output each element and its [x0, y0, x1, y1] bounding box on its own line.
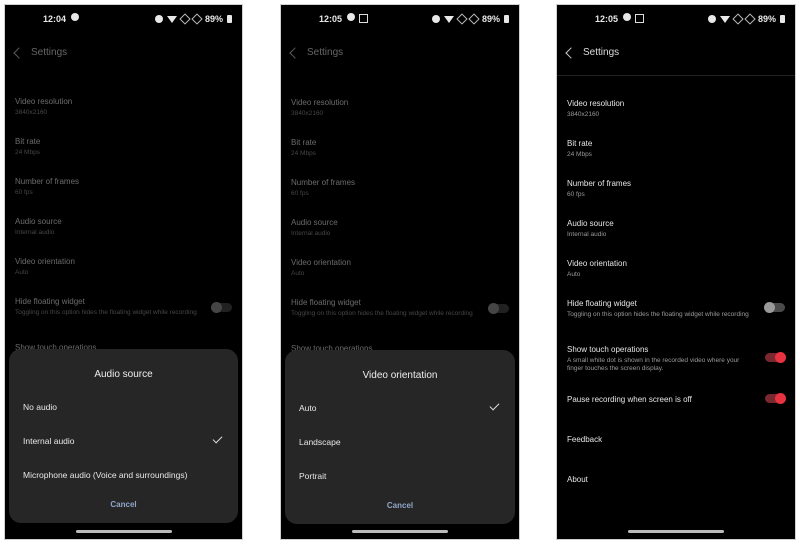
gesture-bar: [352, 530, 448, 533]
page-title: Settings: [307, 47, 344, 58]
gesture-bar: [628, 530, 724, 533]
battery-icon: [504, 15, 509, 23]
status-bar: 12:05 89%: [557, 13, 795, 27]
status-bar: 12:05 89%: [281, 13, 519, 27]
setting-audio-source[interactable]: Audio source Internal audio: [291, 218, 507, 238]
status-time: 12:05: [595, 14, 619, 24]
back-arrow-icon[interactable]: [289, 47, 301, 59]
dnd-icon: [431, 15, 440, 23]
image-icon: [359, 14, 368, 23]
status-time: 12:05: [319, 14, 343, 24]
option-landscape[interactable]: Landscape: [299, 434, 501, 450]
app-bar-divider: [557, 75, 795, 76]
cancel-button[interactable]: Cancel: [9, 500, 238, 509]
setting-frames[interactable]: Number of frames 60 fps: [567, 179, 783, 199]
setting-frames[interactable]: Number of frames 60 fps: [291, 178, 507, 198]
battery-icon: [227, 15, 232, 23]
no-signal-icon: [732, 13, 744, 25]
setting-hide-widget[interactable]: Hide floating widget Toggling on this op…: [15, 297, 202, 317]
status-bar: 12:04 89%: [5, 13, 242, 27]
setting-feedback[interactable]: Feedback: [567, 435, 783, 444]
record-icon: [623, 13, 631, 23]
setting-about[interactable]: About: [567, 475, 783, 484]
battery-icon: [780, 15, 785, 23]
setting-bit-rate[interactable]: Bit rate 24 Mbps: [15, 137, 230, 157]
show-touch-toggle[interactable]: [765, 352, 786, 363]
phone-screen-audio-dialog: 12:04 89% Settings Video resolution 3840…: [4, 4, 243, 540]
page-title: Settings: [31, 47, 68, 58]
setting-bit-rate[interactable]: Bit rate 24 Mbps: [567, 139, 783, 159]
cancel-button[interactable]: Cancel: [285, 501, 515, 510]
phone-screen-settings: 12:05 89% Settings Video resolution 3840…: [556, 4, 796, 540]
battery-percent: 89%: [757, 14, 776, 24]
setting-audio-source[interactable]: Audio source Internal audio: [567, 219, 783, 239]
setting-bit-rate[interactable]: Bit rate 24 Mbps: [291, 138, 507, 158]
back-arrow-icon[interactable]: [565, 47, 577, 59]
setting-video-orientation[interactable]: Video orientation Auto: [291, 258, 507, 278]
checkmark-icon: [489, 400, 500, 411]
setting-audio-source[interactable]: Audio source Internal audio: [15, 217, 230, 237]
option-internal-audio[interactable]: Internal audio: [23, 433, 224, 449]
dialog-title: Video orientation: [362, 370, 438, 381]
back-arrow-icon[interactable]: [13, 47, 25, 59]
hide-widget-toggle[interactable]: [488, 303, 509, 314]
setting-frames[interactable]: Number of frames 60 fps: [15, 177, 230, 197]
option-portrait[interactable]: Portrait: [299, 468, 501, 484]
dnd-icon: [707, 15, 716, 23]
checkmark-icon: [212, 433, 223, 444]
wifi-icon: [443, 15, 454, 23]
setting-video-orientation[interactable]: Video orientation Auto: [15, 257, 230, 277]
phone-screen-orientation-dialog: 12:05 89% Settings Video resolution 3840…: [280, 4, 520, 540]
setting-hide-widget[interactable]: Hide floating widget Toggling on this op…: [567, 299, 755, 319]
option-auto[interactable]: Auto: [299, 400, 501, 416]
dnd-icon: [154, 15, 163, 23]
image-icon: [635, 14, 644, 23]
battery-percent: 89%: [481, 14, 500, 24]
dialog-title: Audio source: [94, 369, 153, 380]
app-bar: Settings: [281, 41, 519, 71]
setting-show-touch[interactable]: Show touch operations A small white dot …: [567, 345, 755, 372]
page-title: Settings: [583, 47, 620, 58]
no-sim-icon: [744, 13, 756, 25]
no-sim-icon: [468, 13, 480, 25]
wifi-icon: [166, 15, 177, 23]
gesture-bar: [75, 530, 172, 533]
no-sim-icon: [191, 13, 203, 25]
wifi-icon: [719, 15, 730, 23]
option-microphone-audio[interactable]: Microphone audio (Voice and surroundings…: [23, 467, 224, 483]
setting-video-orientation[interactable]: Video orientation Auto: [567, 259, 783, 279]
setting-video-resolution[interactable]: Video resolution 3840x2160: [15, 97, 230, 117]
app-bar: Settings: [557, 41, 795, 71]
app-bar: Settings: [5, 41, 242, 71]
hide-widget-toggle[interactable]: [764, 302, 785, 313]
record-icon: [71, 13, 79, 23]
pause-recording-toggle[interactable]: [765, 393, 786, 404]
setting-video-resolution[interactable]: Video resolution 3840x2160: [291, 98, 507, 118]
option-no-audio[interactable]: No audio: [23, 399, 224, 415]
setting-video-resolution[interactable]: Video resolution 3840x2160: [567, 99, 783, 119]
audio-source-dialog: Audio source No audio Internal audio Mic…: [9, 349, 238, 523]
record-icon: [347, 13, 355, 23]
setting-pause-recording[interactable]: Pause recording when screen is off: [567, 395, 755, 404]
hide-widget-toggle[interactable]: [211, 302, 232, 313]
status-time: 12:04: [43, 14, 67, 24]
no-signal-icon: [456, 13, 468, 25]
battery-percent: 89%: [204, 14, 223, 24]
setting-hide-widget[interactable]: Hide floating widget Toggling on this op…: [291, 298, 479, 318]
no-signal-icon: [179, 13, 191, 25]
video-orientation-dialog: Video orientation Auto Landscape Portrai…: [285, 350, 515, 524]
